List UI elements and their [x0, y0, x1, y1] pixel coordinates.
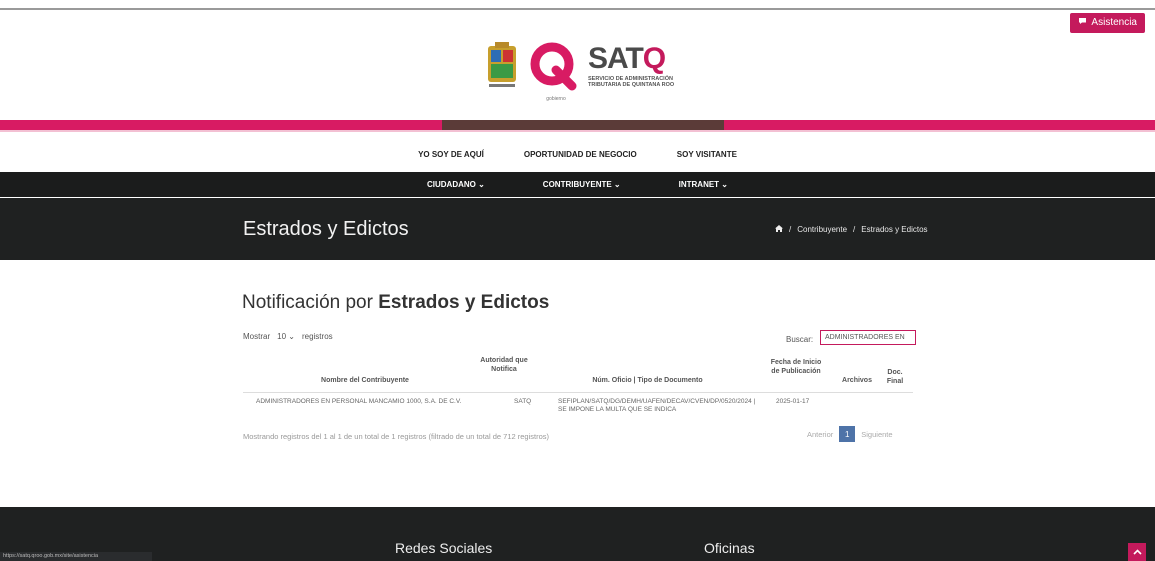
page-title: Estrados y Edictos: [243, 218, 409, 240]
title-band: [0, 198, 1155, 260]
breadcrumb-separator: /: [789, 225, 792, 234]
breadcrumb-contribuyente[interactable]: Contribuyente: [797, 225, 847, 234]
cell-contribuyente: ADMINISTRADORES EN PERSONAL MANCAMIO 100…: [256, 398, 462, 405]
back-to-top-button[interactable]: [1128, 543, 1146, 561]
table-info: Mostrando registros del 1 al 1 de un tot…: [243, 432, 550, 441]
chat-icon: [1078, 13, 1087, 33]
sat-word: SAT: [588, 42, 644, 75]
show-label: Mostrar: [243, 332, 271, 341]
breadcrumb-separator: /: [853, 225, 856, 234]
satq-logo: SATQ SERVICIO DE ADMINISTRACIÓN TRIBUTAR…: [588, 42, 698, 89]
th-oficio[interactable]: Núm. Oficio | Tipo de Documento: [560, 376, 735, 385]
breadcrumb-current: Estrados y Edictos: [861, 225, 928, 234]
home-icon[interactable]: [775, 225, 783, 234]
cell-autoridad: SATQ: [514, 398, 532, 405]
sat-subtitle: SERVICIO DE ADMINISTRACIÓN TRIBUTARIA DE…: [588, 76, 675, 88]
pager-previous[interactable]: Anterior: [807, 430, 833, 439]
page-length-value: 10: [277, 332, 287, 341]
state-emblem-logo: [485, 40, 519, 90]
th-autoridad[interactable]: Autoridad que Notifica: [478, 356, 530, 374]
search-input[interactable]: ADMINISTRADORES EN: [820, 330, 916, 345]
browser-status-url: https://satq.qroo.gob.mx/site/asistencia: [0, 552, 152, 561]
cell-oficio: SEFIPLAN/SATQ/DG/DEMH/UAFEN/DECAV/CVEN/D…: [558, 398, 756, 413]
nav-contribuyente[interactable]: CONTRIBUYENTE ⌄: [543, 180, 621, 189]
footer: [0, 507, 1155, 561]
link-oportunidad-de-negocio[interactable]: OPORTUNIDAD DE NEGOCIO: [524, 150, 637, 164]
secondary-nav: YO SOY DE AQUÍ OPORTUNIDAD DE NEGOCIO SO…: [0, 150, 1155, 164]
section-heading-light: Notificación por: [242, 292, 379, 313]
footer-social-heading: Redes Sociales: [395, 540, 493, 556]
nav-intranet[interactable]: INTRANET ⌄: [679, 180, 728, 189]
q-logo-caption: gobierno: [546, 96, 566, 102]
assist-button[interactable]: Asistencia: [1070, 13, 1145, 33]
pagination: Anterior 1 Siguiente: [807, 426, 893, 442]
page-length-select[interactable]: 10 ⌄: [275, 332, 297, 341]
th-doc-final[interactable]: Doc. Final: [880, 368, 910, 386]
assist-label: Asistencia: [1091, 17, 1137, 28]
cell-fecha: 2025-01-17: [776, 398, 810, 405]
breadcrumb: / Contribuyente / Estrados y Edictos: [775, 225, 928, 234]
search-label: Buscar:: [786, 335, 814, 344]
footer-offices-heading: Oficinas: [704, 540, 755, 556]
top-rule: [0, 8, 1155, 10]
section-heading-bold: Estrados y Edictos: [378, 292, 550, 313]
main-nav: CIUDADANO ⌄ CONTRIBUYENTE ⌄ INTRANET ⌄: [0, 172, 1155, 197]
nav-ciudadano[interactable]: CIUDADANO ⌄: [427, 180, 485, 189]
chevron-up-icon: [1132, 547, 1142, 558]
link-soy-visitante[interactable]: SOY VISITANTE: [677, 150, 737, 164]
pager-page-1[interactable]: 1: [839, 426, 856, 442]
show-suffix: registros: [301, 332, 333, 341]
link-yo-soy-de-aqui[interactable]: YO SOY DE AQUÍ: [418, 150, 484, 164]
th-contribuyente[interactable]: Nombre del Contribuyente: [300, 376, 430, 385]
show-entries: Mostrar 10 ⌄ registros: [243, 332, 333, 341]
section-heading: Notificación por Estrados y Edictos: [242, 292, 549, 314]
brand-band-center: [442, 120, 724, 130]
pager-next[interactable]: Siguiente: [861, 430, 892, 439]
brand-band-shadow: [0, 130, 1155, 132]
th-fecha[interactable]: Fecha de Inicio de Publicación: [770, 358, 822, 376]
q-brand-logo: [528, 40, 578, 92]
th-archivos[interactable]: Archivos: [832, 376, 882, 385]
sat-q-letter: Q: [642, 42, 666, 75]
table-header-rule: [243, 392, 913, 393]
